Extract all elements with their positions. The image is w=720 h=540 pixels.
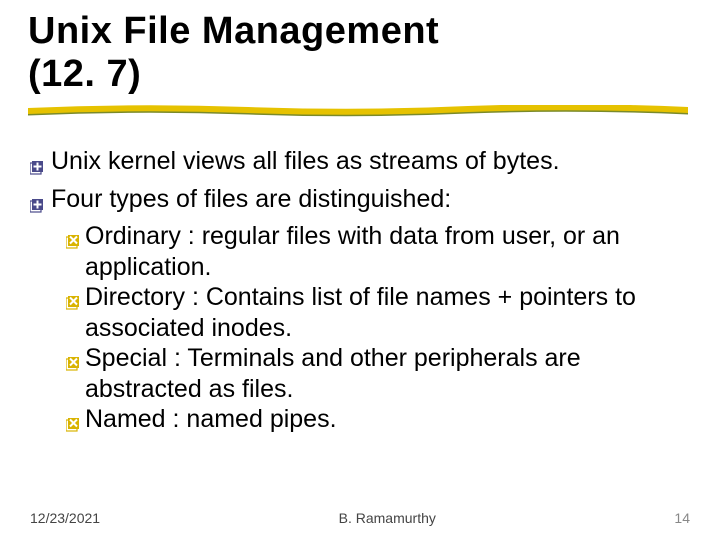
slide: Unix File Management (12. 7) Unix kernel… — [0, 0, 720, 540]
bullet-level2: Directory : Contains list of file names … — [66, 282, 692, 343]
title-line-2: (12. 7) — [28, 53, 692, 96]
footer-date: 12/23/2021 — [30, 510, 100, 526]
bullet-text: Four types of files are distinguished: — [51, 184, 692, 215]
bullet-text: Special : Terminals and other peripheral… — [85, 343, 692, 404]
slide-title: Unix File Management (12. 7) — [28, 10, 692, 95]
footer-page-number: 14 — [674, 510, 690, 526]
plus-box-icon — [30, 191, 45, 222]
bullet-level1: Four types of files are distinguished: — [30, 184, 692, 222]
slide-body: Unix kernel views all files as streams o… — [28, 146, 692, 441]
bullet-text: Ordinary : regular files with data from … — [85, 221, 692, 282]
x-box-icon — [66, 227, 81, 258]
title-underline — [28, 105, 692, 124]
bullet-text: Directory : Contains list of file names … — [85, 282, 692, 343]
bullet-level2: Special : Terminals and other peripheral… — [66, 343, 692, 404]
bullet-level2: Ordinary : regular files with data from … — [66, 221, 692, 282]
bullet-level1: Unix kernel views all files as streams o… — [30, 146, 692, 184]
title-line-1: Unix File Management — [28, 10, 692, 53]
bullet-text: Named : named pipes. — [85, 404, 692, 435]
bullet-text: Unix kernel views all files as streams o… — [51, 146, 692, 177]
x-box-icon — [66, 410, 81, 441]
underline-graphic — [28, 105, 688, 119]
x-box-icon — [66, 288, 81, 319]
slide-footer: 12/23/2021 B. Ramamurthy 14 — [0, 510, 720, 526]
bullet-level2: Named : named pipes. — [66, 404, 692, 441]
x-box-icon — [66, 349, 81, 380]
plus-box-icon — [30, 153, 45, 184]
footer-author: B. Ramamurthy — [100, 510, 674, 526]
